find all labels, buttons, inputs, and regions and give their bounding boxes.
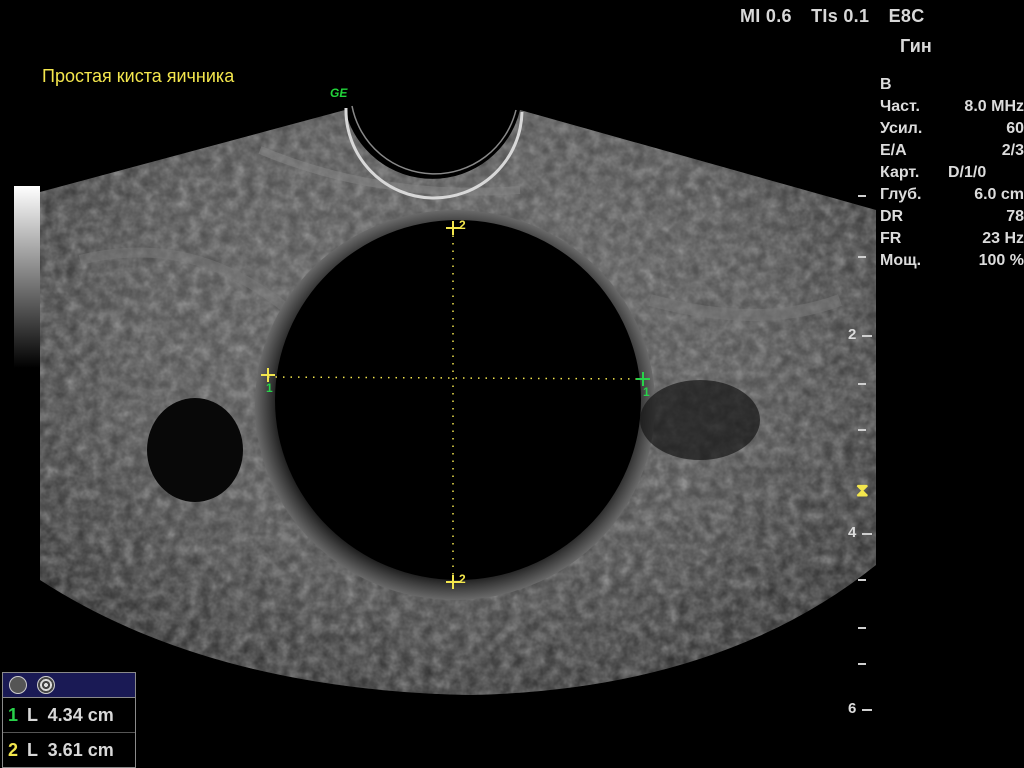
param-row: B [880, 76, 892, 93]
depth-label: 6 [848, 700, 857, 717]
param-row: Глуб. 6.0 cm [880, 186, 1024, 203]
caliper-2-label-top: 2 [459, 218, 466, 232]
scan-sector [40, 110, 876, 695]
measurement-header [3, 673, 135, 698]
param-row: Усил. 60 [880, 120, 1024, 137]
measurement-results: 1 L 4.34 cm 2 L 3.61 cm [2, 672, 136, 768]
exam-preset: Гин [900, 36, 932, 56]
param-row: Карт. D/1/0 [880, 164, 987, 181]
measurement-row: 1 L 4.34 cm [3, 698, 135, 733]
grayscale-bar [14, 186, 40, 368]
caliper-2-label-bottom: 2 [459, 572, 466, 586]
param-row: FR 23 Hz [880, 230, 1024, 247]
probe-name: E8C [888, 6, 925, 26]
acoustic-indices: MI 0.6 TIs 0.1 E8C [740, 6, 939, 27]
mi-index: MI 0.6 [740, 6, 792, 26]
tis-index: TIs 0.1 [811, 6, 870, 26]
param-row: Част. 8.0 MHz [880, 98, 1024, 115]
caliper-tool-icon [37, 676, 55, 694]
probe-icon [9, 676, 27, 694]
param-row: Мощ. 100 % [880, 252, 1024, 269]
caliper-1-label-left: 1 [266, 381, 273, 395]
measurement-row: 2 L 3.61 cm [7, 739, 114, 760]
param-row: E/A 2/3 [880, 142, 1024, 159]
imaging-parameters: B Част. 8.0 MHz Усил. 60 E/A 2/3 Карт. D/1/0… [880, 74, 1024, 272]
focus-marker-icon: ⧗ [856, 480, 869, 500]
ultrasound-image [40, 105, 876, 711]
image-annotation: Простая киста яичника [42, 66, 235, 86]
depth-label: 2 [848, 326, 857, 343]
ge-logo: GE [330, 86, 348, 100]
depth-label: 4 [848, 524, 857, 541]
param-row: DR 78 [880, 208, 1024, 225]
caliper-1-label-right: 1 [643, 385, 650, 399]
